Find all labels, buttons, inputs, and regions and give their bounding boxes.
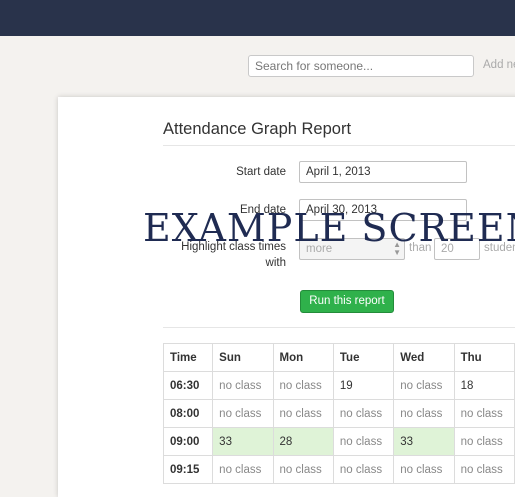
table-cell: no class — [393, 455, 455, 484]
highlight-mode-select[interactable]: more ▲ ▼ — [299, 238, 405, 260]
table-cell: no class — [393, 399, 455, 428]
students-label: studen — [484, 242, 515, 254]
column-header-tue: Tue — [332, 343, 395, 372]
table-cell-highlighted: 28 — [272, 427, 334, 456]
run-report-button[interactable]: Run this report — [300, 290, 394, 313]
table-row: 09:15 no class no class no class no clas… — [162, 455, 515, 484]
column-header-thu: Thu — [453, 343, 515, 372]
time-cell: 09:15 — [162, 455, 214, 484]
title-divider — [163, 145, 515, 146]
table-cell: no class — [212, 455, 274, 484]
table-cell-highlighted: 33 — [393, 427, 455, 456]
end-date-field[interactable]: April 30, 2013 — [299, 199, 467, 221]
table-cell-highlighted: 33 — [212, 427, 274, 456]
add-new-link[interactable]: Add ne — [483, 59, 515, 71]
form-divider — [163, 327, 515, 328]
table-cell: 18 — [453, 371, 515, 400]
table-cell: no class — [212, 371, 274, 400]
time-cell: 06:30 — [162, 371, 214, 400]
than-label: than — [409, 242, 432, 254]
table-cell: 19 — [332, 371, 395, 400]
table-row: 08:00 no class no class no class no clas… — [162, 399, 515, 428]
table-cell: no class — [453, 427, 515, 456]
highlight-label: Highlight class times — [181, 241, 286, 253]
start-date-label: Start date — [236, 166, 286, 178]
attendance-table: Time Sun Mon Tue Wed Thu 06:30 no class … — [162, 343, 515, 484]
table-cell: no class — [453, 455, 515, 484]
table-cell: no class — [332, 399, 395, 428]
table-header-row: Time Sun Mon Tue Wed Thu — [162, 343, 515, 372]
table-row: 06:30 no class no class 19 no class 18 — [162, 371, 515, 400]
column-header-sun: Sun — [212, 343, 274, 372]
time-cell: 09:00 — [162, 427, 214, 456]
time-cell: 08:00 — [162, 399, 214, 428]
table-row: 09:00 33 28 no class 33 no class — [162, 427, 515, 456]
highlight-label-with: with — [265, 257, 286, 269]
search-input[interactable] — [248, 55, 474, 77]
table-cell: no class — [332, 455, 395, 484]
table-cell: no class — [393, 371, 455, 400]
page-title: Attendance Graph Report — [163, 120, 352, 138]
table-cell: no class — [272, 399, 334, 428]
table-cell: no class — [272, 455, 334, 484]
table-cell: no class — [332, 427, 395, 456]
student-count-field[interactable]: 20 — [434, 238, 480, 260]
table-cell: no class — [212, 399, 274, 428]
start-date-field[interactable]: April 1, 2013 — [299, 161, 467, 183]
top-navigation-bar — [0, 0, 515, 36]
column-header-wed: Wed — [393, 343, 455, 372]
table-cell: no class — [453, 399, 515, 428]
end-date-label: End date — [239, 204, 286, 216]
table-cell: no class — [272, 371, 334, 400]
column-header-mon: Mon — [272, 343, 334, 372]
highlight-mode-value: more — [306, 243, 333, 255]
select-arrows-icon: ▲ ▼ — [393, 240, 401, 257]
column-header-time: Time — [162, 343, 214, 372]
